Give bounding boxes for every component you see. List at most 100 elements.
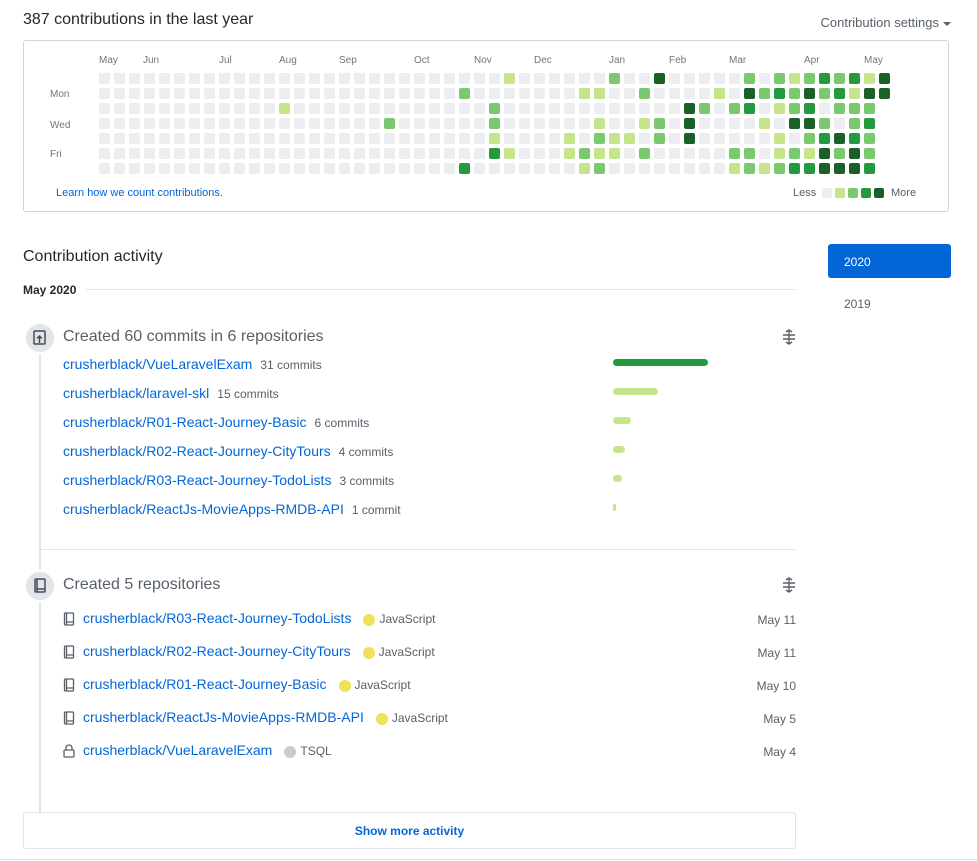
contribution-day[interactable] <box>534 163 545 174</box>
contribution-day[interactable] <box>774 88 785 99</box>
contribution-day[interactable] <box>669 88 680 99</box>
contribution-day[interactable] <box>189 118 200 129</box>
contribution-day[interactable] <box>99 118 110 129</box>
contribution-day[interactable] <box>249 148 260 159</box>
repo-link[interactable]: crusherblack/R01-React-Journey-Basic <box>63 414 307 430</box>
contribution-day[interactable] <box>549 148 560 159</box>
contribution-day[interactable] <box>324 133 335 144</box>
contribution-day[interactable] <box>609 133 620 144</box>
contribution-day[interactable] <box>99 163 110 174</box>
contribution-day[interactable] <box>549 88 560 99</box>
contribution-day[interactable] <box>174 148 185 159</box>
contribution-day[interactable] <box>669 148 680 159</box>
contribution-day[interactable] <box>564 118 575 129</box>
contribution-day[interactable] <box>264 103 275 114</box>
contribution-day[interactable] <box>819 73 830 84</box>
contribution-day[interactable] <box>744 163 755 174</box>
contribution-day[interactable] <box>654 88 665 99</box>
contribution-day[interactable] <box>804 73 815 84</box>
contribution-day[interactable] <box>759 133 770 144</box>
contribution-day[interactable] <box>144 148 155 159</box>
contribution-day[interactable] <box>729 148 740 159</box>
contribution-day[interactable] <box>114 103 125 114</box>
contribution-day[interactable] <box>699 163 710 174</box>
contribution-day[interactable] <box>849 133 860 144</box>
contribution-day[interactable] <box>819 133 830 144</box>
contribution-day[interactable] <box>174 163 185 174</box>
contribution-day[interactable] <box>624 118 635 129</box>
contribution-day[interactable] <box>264 163 275 174</box>
repo-link[interactable]: crusherblack/laravel-skl <box>63 385 209 401</box>
contribution-day[interactable] <box>129 148 140 159</box>
contribution-day[interactable] <box>789 88 800 99</box>
contribution-day[interactable] <box>444 103 455 114</box>
contribution-day[interactable] <box>684 73 695 84</box>
contribution-day[interactable] <box>774 118 785 129</box>
contribution-day[interactable] <box>219 118 230 129</box>
contribution-day[interactable] <box>264 133 275 144</box>
repo-link[interactable]: crusherblack/ReactJs-MovieApps-RMDB-API <box>83 709 364 725</box>
contribution-day[interactable] <box>204 133 215 144</box>
contribution-day[interactable] <box>384 163 395 174</box>
contribution-day[interactable] <box>309 73 320 84</box>
contribution-day[interactable] <box>444 88 455 99</box>
contribution-day[interactable] <box>609 163 620 174</box>
contribution-day[interactable] <box>459 73 470 84</box>
contribution-day[interactable] <box>519 118 530 129</box>
contribution-day[interactable] <box>189 103 200 114</box>
contribution-day[interactable] <box>369 163 380 174</box>
contribution-day[interactable] <box>504 118 515 129</box>
contribution-day[interactable] <box>864 148 875 159</box>
contribution-day[interactable] <box>309 88 320 99</box>
contribution-day[interactable] <box>354 73 365 84</box>
contribution-day[interactable] <box>99 103 110 114</box>
contribution-day[interactable] <box>429 133 440 144</box>
contribution-day[interactable] <box>474 148 485 159</box>
contribution-day[interactable] <box>489 88 500 99</box>
contribution-day[interactable] <box>819 103 830 114</box>
repo-link[interactable]: crusherblack/VueLaravelExam <box>63 356 252 372</box>
contribution-day[interactable] <box>804 118 815 129</box>
contribution-day[interactable] <box>759 163 770 174</box>
contribution-day[interactable] <box>414 103 425 114</box>
contribution-day[interactable] <box>279 103 290 114</box>
contribution-day[interactable] <box>264 118 275 129</box>
contribution-day[interactable] <box>534 118 545 129</box>
contribution-day[interactable] <box>324 103 335 114</box>
contribution-day[interactable] <box>864 103 875 114</box>
year-2019-link[interactable]: 2019 <box>844 297 871 311</box>
contribution-day[interactable] <box>549 103 560 114</box>
contribution-day[interactable] <box>744 118 755 129</box>
contribution-day[interactable] <box>99 73 110 84</box>
contribution-day[interactable] <box>579 133 590 144</box>
contribution-day[interactable] <box>579 88 590 99</box>
contribution-day[interactable] <box>219 73 230 84</box>
repo-link[interactable]: crusherblack/R02-React-Journey-CityTours <box>63 443 331 459</box>
contribution-day[interactable] <box>429 118 440 129</box>
contribution-day[interactable] <box>294 73 305 84</box>
contribution-day[interactable] <box>114 133 125 144</box>
contribution-day[interactable] <box>744 133 755 144</box>
show-more-activity-button[interactable]: Show more activity <box>23 812 796 849</box>
contribution-day[interactable] <box>699 88 710 99</box>
contribution-day[interactable] <box>804 133 815 144</box>
contribution-day[interactable] <box>189 73 200 84</box>
contribution-day[interactable] <box>669 163 680 174</box>
contribution-day[interactable] <box>249 163 260 174</box>
contribution-day[interactable] <box>369 148 380 159</box>
contribution-day[interactable] <box>534 88 545 99</box>
contribution-day[interactable] <box>729 103 740 114</box>
contribution-day[interactable] <box>639 163 650 174</box>
contribution-day[interactable] <box>354 148 365 159</box>
contribution-day[interactable] <box>714 118 725 129</box>
contribution-day[interactable] <box>489 163 500 174</box>
contribution-day[interactable] <box>759 118 770 129</box>
contribution-day[interactable] <box>624 88 635 99</box>
contribution-day[interactable] <box>804 148 815 159</box>
contribution-day[interactable] <box>159 73 170 84</box>
contribution-day[interactable] <box>819 118 830 129</box>
contribution-day[interactable] <box>669 118 680 129</box>
contribution-day[interactable] <box>549 163 560 174</box>
contribution-day[interactable] <box>414 148 425 159</box>
contribution-day[interactable] <box>684 118 695 129</box>
